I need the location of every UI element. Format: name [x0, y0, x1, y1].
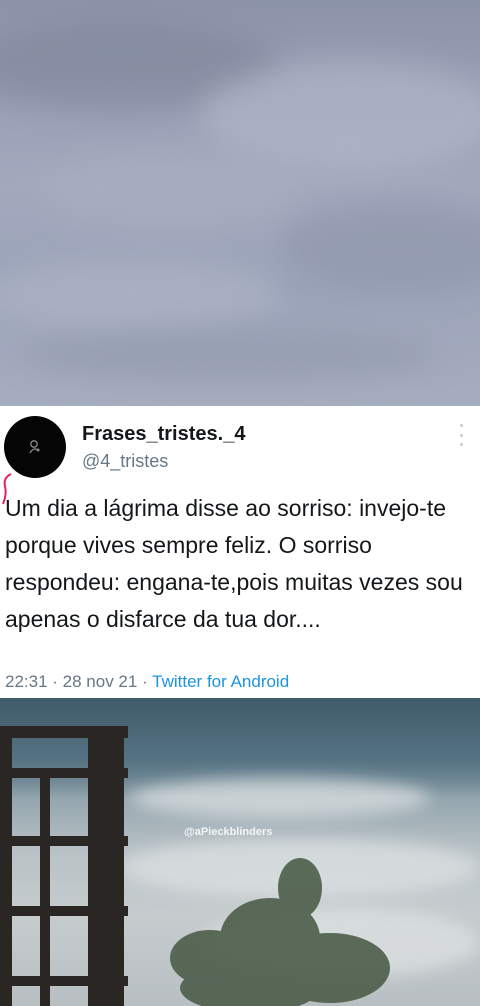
video-screen: Frases_tristes._4 @4_tristes Um dia a lá…: [0, 0, 480, 1006]
pine-tree: [170, 858, 390, 1006]
video-watermark: @aPieckblinders: [184, 826, 273, 838]
tweet-meta: 22:31 · 28 nov 21 · Twitter for Android: [5, 672, 289, 692]
tweet-card[interactable]: Frases_tristes._4 @4_tristes Um dia a lá…: [0, 406, 480, 698]
balcony-railing: [0, 726, 128, 1006]
avatar-icon: [29, 440, 40, 454]
tweet-source-link[interactable]: Twitter for Android: [152, 672, 289, 691]
user-handle[interactable]: @4_tristes: [82, 451, 168, 472]
meta-separator: ·: [137, 672, 153, 691]
tweet-date: 28 nov 21: [62, 672, 138, 691]
display-name[interactable]: Frases_tristes._4: [82, 423, 245, 446]
tweet-text: Um dia a lágrima disse ao sorriso: invej…: [5, 495, 463, 632]
sea-video-frame: @aPieckblinders: [0, 698, 480, 1006]
sky-video-frame: [0, 0, 480, 406]
more-vertical-icon[interactable]: [456, 424, 466, 446]
meta-separator: ·: [47, 672, 63, 691]
tweet-time: 22:31: [5, 672, 48, 691]
avatar[interactable]: [4, 416, 66, 478]
